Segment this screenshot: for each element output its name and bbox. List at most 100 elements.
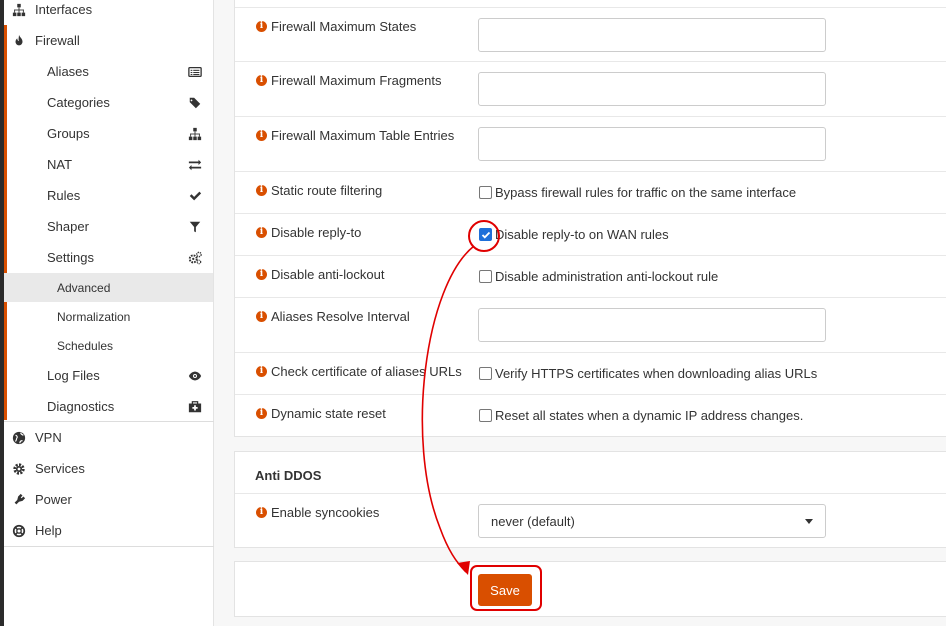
sidebar-divider: [4, 546, 214, 547]
sidebar-item-services[interactable]: Services: [4, 453, 213, 484]
caret-down-icon: [805, 519, 813, 524]
life-ring-icon: [10, 524, 28, 538]
checkbox-box[interactable]: [479, 367, 492, 380]
setting-label: i Enable syncookies: [256, 505, 379, 520]
globe-icon: [10, 431, 28, 445]
sidebar-item-label: Aliases: [47, 64, 89, 79]
max-states-input[interactable]: [478, 18, 826, 52]
info-icon[interactable]: i: [256, 130, 267, 141]
disable-reply-to-checkbox[interactable]: Disable reply-to on WAN rules: [479, 227, 669, 242]
max-fragments-input[interactable]: [478, 72, 826, 106]
anti-ddos-panel: Anti DDOS i Enable syncookies never (def…: [234, 451, 946, 548]
save-button[interactable]: Save: [478, 574, 532, 606]
static-route-filtering-checkbox[interactable]: Bypass firewall rules for traffic on the…: [479, 185, 796, 200]
sidebar-item-log-files[interactable]: Log Files: [4, 360, 213, 391]
sidebar-item-aliases[interactable]: Aliases: [4, 56, 213, 87]
setting-row-disable-reply-to: i Disable reply-to Disable reply-to on W…: [235, 214, 946, 256]
syncookies-select[interactable]: never (default): [478, 504, 826, 538]
sidebar-item-label: Log Files: [47, 368, 100, 383]
sidebar-item-label: Normalization: [57, 309, 131, 324]
info-icon[interactable]: i: [256, 366, 267, 377]
sidebar-item-normalization[interactable]: Normalization: [4, 302, 213, 331]
sidebar-item-label: Groups: [47, 126, 90, 141]
setting-row-max-states: i Firewall Maximum States: [235, 7, 946, 62]
sitemap-icon: [10, 3, 28, 17]
info-icon[interactable]: i: [256, 311, 267, 322]
fire-icon: [10, 34, 28, 48]
max-table-entries-input[interactable]: [478, 127, 826, 161]
sidebar-item-power[interactable]: Power: [4, 484, 213, 515]
sidebar-item-label: Categories: [47, 95, 110, 110]
sidebar-item-label: Services: [35, 461, 85, 476]
sidebar-item-label: Rules: [47, 188, 81, 203]
sidebar-item-label: VPN: [35, 430, 62, 445]
checkbox-box[interactable]: [479, 186, 492, 199]
sidebar-item-vpn[interactable]: VPN: [4, 422, 213, 453]
setting-row-dynamic-state-reset: i Dynamic state reset Reset all states w…: [235, 395, 946, 437]
check-cert-aliases-checkbox[interactable]: Verify HTTPS certificates when downloadi…: [479, 366, 817, 381]
sidebar-item-diagnostics[interactable]: Diagnostics: [4, 391, 213, 422]
sidebar-item-schedules[interactable]: Schedules: [4, 331, 213, 360]
setting-row-max-table-entries: i Firewall Maximum Table Entries: [235, 117, 946, 172]
setting-row-static-route-filtering: i Static route filtering Bypass firewall…: [235, 172, 946, 214]
info-icon[interactable]: i: [256, 507, 267, 518]
sidebar-item-label: Help: [35, 523, 62, 538]
sidebar-item-label: Firewall: [35, 33, 80, 48]
info-icon[interactable]: i: [256, 75, 267, 86]
sidebar-item-label: Interfaces: [35, 2, 93, 17]
sidebar-item-firewall[interactable]: Firewall: [4, 25, 213, 56]
setting-label: i Check certificate of aliases URLs: [256, 364, 462, 379]
setting-row-aliases-resolve-interval: i Aliases Resolve Interval: [235, 298, 946, 353]
checkbox-box[interactable]: [479, 409, 492, 422]
sidebar-item-settings[interactable]: Settings: [4, 242, 213, 273]
sidebar-item-label: Shaper: [47, 219, 89, 234]
setting-row-disable-anti-lockout: i Disable anti-lockout Disable administr…: [235, 256, 946, 298]
info-icon[interactable]: i: [256, 21, 267, 32]
info-icon[interactable]: i: [256, 227, 267, 238]
checkbox-box[interactable]: [479, 270, 492, 283]
exchange-icon: [187, 158, 203, 172]
sidebar-item-nat[interactable]: NAT: [4, 149, 213, 180]
sidebar-item-label: Power: [35, 492, 72, 507]
setting-row-max-fragments: i Firewall Maximum Fragments: [235, 62, 946, 117]
info-icon[interactable]: i: [256, 269, 267, 280]
main-content: i Firewall Maximum States i Firewall Max…: [234, 0, 946, 626]
filter-icon: [187, 220, 203, 234]
sidebar-item-shaper[interactable]: Shaper: [4, 211, 213, 242]
sidebar-item-label: Advanced: [57, 280, 111, 295]
eye-icon: [187, 369, 203, 383]
info-icon[interactable]: i: [256, 185, 267, 196]
sidebar-item-label: Schedules: [57, 338, 114, 353]
cog-icon: [10, 462, 28, 476]
tags-icon: [187, 96, 203, 110]
dynamic-state-reset-checkbox[interactable]: Reset all states when a dynamic IP addre…: [479, 408, 803, 423]
list-icon: [187, 65, 203, 79]
checkbox-box[interactable]: [479, 228, 492, 241]
sidebar: Interfaces Firewall Aliases Categories G…: [4, 0, 214, 626]
cogs-icon: [187, 251, 203, 265]
disable-anti-lockout-checkbox[interactable]: Disable administration anti-lockout rule: [479, 269, 718, 284]
sidebar-item-interfaces[interactable]: Interfaces: [4, 0, 213, 25]
sidebar-item-help[interactable]: Help: [4, 515, 213, 546]
setting-label: i Firewall Maximum Table Entries: [256, 128, 454, 143]
sidebar-item-groups[interactable]: Groups: [4, 118, 213, 149]
sidebar-item-advanced[interactable]: Advanced: [4, 273, 213, 302]
sidebar-item-rules[interactable]: Rules: [4, 180, 213, 211]
section-title: Anti DDOS: [255, 468, 322, 483]
setting-row-check-cert-aliases: i Check certificate of aliases URLs Veri…: [235, 353, 946, 395]
info-icon[interactable]: i: [256, 408, 267, 419]
plug-icon: [10, 493, 28, 507]
sidebar-item-label: Diagnostics: [47, 399, 115, 414]
medkit-icon: [187, 400, 203, 414]
setting-row-enable-syncookies: i Enable syncookies never (default): [235, 494, 946, 549]
sidebar-item-label: Settings: [47, 250, 94, 265]
save-panel: Save: [234, 561, 946, 617]
sidebar-item-label: NAT: [47, 157, 73, 172]
setting-label: i Aliases Resolve Interval: [256, 309, 410, 324]
sitemap-icon: [187, 127, 203, 141]
check-icon: [187, 189, 203, 203]
setting-label: i Firewall Maximum Fragments: [256, 73, 441, 88]
aliases-resolve-interval-input[interactable]: [478, 308, 826, 342]
sidebar-item-categories[interactable]: Categories: [4, 87, 213, 118]
setting-label: i Disable anti-lockout: [256, 267, 384, 282]
